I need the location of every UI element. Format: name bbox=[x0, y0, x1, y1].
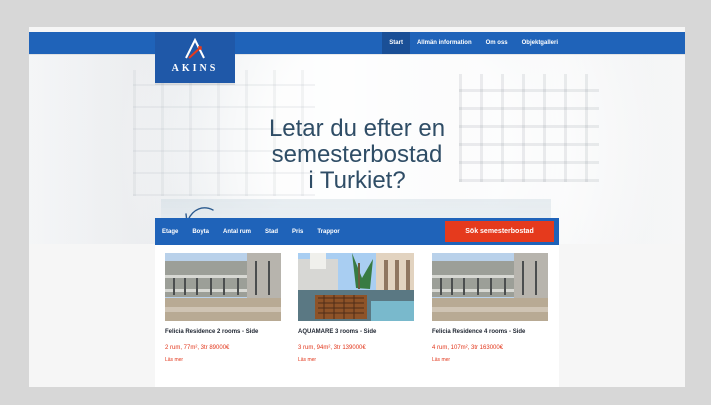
property-image[interactable] bbox=[298, 253, 414, 321]
property-title[interactable]: Felicia Residence 2 rooms - Side bbox=[165, 329, 281, 336]
read-more-link[interactable]: Läs mer bbox=[165, 357, 183, 363]
hero-headline-line-3: i Turkiet? bbox=[308, 167, 406, 194]
filter-stairs[interactable]: Trappor bbox=[310, 218, 346, 245]
filter-price[interactable]: Pris bbox=[285, 218, 310, 245]
nav-item-start[interactable]: Start bbox=[382, 32, 410, 54]
nav-item-about-us[interactable]: Om oss bbox=[479, 32, 515, 54]
read-more-link[interactable]: Läs mer bbox=[432, 357, 450, 363]
top-navigation-bar: Start Allmän information Om oss Objektga… bbox=[29, 32, 685, 54]
hero-headline-line-2: semesterbostad bbox=[271, 141, 443, 168]
property-title[interactable]: Felicia Residence 4 rooms - Side bbox=[432, 329, 548, 336]
property-search-bar: Etage Boyta Antal rum Stad Pris Trappor … bbox=[155, 218, 559, 245]
listing-content-panel: Felicia Residence 2 rooms - Side 2 rum, … bbox=[155, 245, 559, 387]
hero-building-right bbox=[459, 74, 599, 182]
property-image[interactable] bbox=[165, 253, 281, 321]
property-image[interactable] bbox=[432, 253, 548, 321]
nav-item-general-information[interactable]: Allmän information bbox=[410, 32, 479, 54]
akins-logo-icon bbox=[155, 36, 235, 61]
filter-room-count[interactable]: Antal rum bbox=[216, 218, 258, 245]
hero-headline-line-1: Letar du efter en bbox=[268, 115, 446, 142]
website-viewport: Letar du efter en semesterbostad i Turki… bbox=[29, 27, 685, 387]
filter-city[interactable]: Stad bbox=[258, 218, 285, 245]
nav-item-object-gallery[interactable]: Objektgalleri bbox=[515, 32, 565, 54]
filter-living-area[interactable]: Boyta bbox=[185, 218, 216, 245]
hero-headline: Letar du efter en semesterbostad i Turki… bbox=[241, 116, 473, 194]
property-card[interactable]: AQUAMARE 3 rooms - Side 3 rum, 94m², 3tr… bbox=[298, 253, 418, 375]
top-navigation: Start Allmän information Om oss Objektga… bbox=[382, 32, 565, 54]
read-more-link[interactable]: Läs mer bbox=[298, 357, 316, 363]
property-card[interactable]: Felicia Residence 2 rooms - Side 2 rum, … bbox=[165, 253, 285, 375]
property-title[interactable]: AQUAMARE 3 rooms - Side bbox=[298, 329, 414, 336]
screenshot-frame: Letar du efter en semesterbostad i Turki… bbox=[0, 0, 711, 405]
property-card[interactable]: Felicia Residence 4 rooms - Side 4 rum, … bbox=[432, 253, 552, 375]
search-holiday-home-button[interactable]: Sök semesterbostad bbox=[445, 221, 554, 242]
akins-logo[interactable]: AKINS bbox=[155, 32, 235, 83]
property-price: 4 rum, 107m², 3tr 163000€ bbox=[432, 345, 504, 351]
hero-banner: Letar du efter en semesterbostad i Turki… bbox=[29, 54, 685, 244]
property-price: 2 rum, 77m², 3tr 89000€ bbox=[165, 345, 230, 351]
filter-floor[interactable]: Etage bbox=[155, 218, 185, 245]
akins-logo-text: AKINS bbox=[171, 63, 219, 74]
property-price: 3 rum, 94m², 3tr 139000€ bbox=[298, 345, 366, 351]
search-filters: Etage Boyta Antal rum Stad Pris Trappor bbox=[155, 218, 347, 245]
